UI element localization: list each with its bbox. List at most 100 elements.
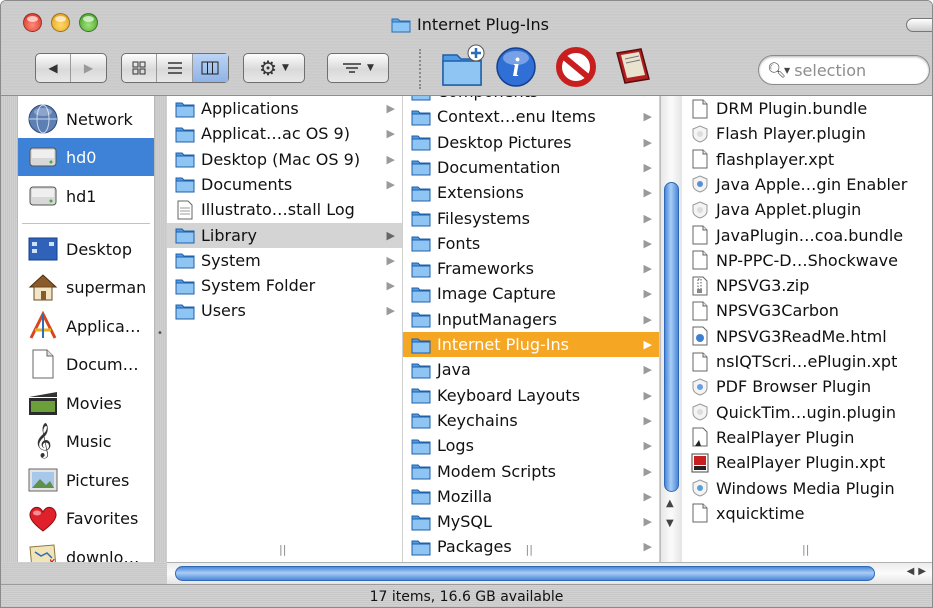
list-item[interactable]: Windows Media Plugin	[682, 476, 932, 501]
new-folder-icon[interactable]	[439, 43, 485, 89]
list-item[interactable]: DRM Plugin.bundle	[682, 96, 932, 121]
list-item[interactable]: nsIQTScri…ePlugin.xpt	[682, 349, 932, 374]
list-item[interactable]: Image Capture ▶	[403, 281, 659, 306]
column-resize-handle[interactable]: ||	[802, 543, 809, 556]
list-item[interactable]: Internet Plug-Ins ▶	[403, 332, 659, 357]
list-item-label: System	[201, 250, 261, 270]
list-item[interactable]: xquicktime	[682, 501, 932, 526]
folder-icon	[175, 124, 195, 144]
sidebar-item-movies[interactable]: Movies	[18, 384, 154, 422]
file-icon	[690, 99, 710, 119]
list-item[interactable]: Components ▶	[403, 96, 659, 104]
list-item[interactable]: System Folder ▶	[167, 273, 402, 298]
list-item[interactable]: MySQL ▶	[403, 509, 659, 534]
burn-book-icon[interactable]	[609, 43, 655, 89]
sidebar-item-pictures[interactable]: Pictures	[18, 461, 154, 499]
list-item[interactable]: Java ▶	[403, 357, 659, 382]
column-resize-handle[interactable]: ||	[526, 543, 533, 556]
sidebar-item-desktop[interactable]: Desktop	[18, 230, 154, 268]
toolbar-toggle-button[interactable]	[906, 18, 932, 32]
list-item[interactable]: Applicat…ac OS 9) ▶	[167, 121, 402, 146]
list-item[interactable]: Documentation ▶	[403, 155, 659, 180]
list-item[interactable]: Desktop (Mac OS 9) ▶	[167, 147, 402, 172]
list-item[interactable]: Keychains ▶	[403, 408, 659, 433]
sidebar-item-network[interactable]: Network	[18, 100, 154, 138]
zoom-window-button[interactable]	[79, 13, 98, 32]
list-item[interactable]: Filesystems ▶	[403, 206, 659, 231]
sidebar-item-hd1[interactable]: hd1	[18, 177, 154, 215]
list-item[interactable]: NPSVG3Carbon	[682, 298, 932, 323]
view-mode-control	[121, 53, 229, 83]
list-item[interactable]: QuickTim…ugin.plugin	[682, 400, 932, 425]
list-item-label: Java	[437, 360, 471, 380]
action-menu-button[interactable]: ⚙ ▼	[243, 53, 305, 83]
list-item[interactable]: Context…enu Items ▶	[403, 104, 659, 129]
list-item[interactable]: Desktop Pictures ▶	[403, 130, 659, 155]
list-item[interactable]: Fonts ▶	[403, 231, 659, 256]
list-item[interactable]: Keyboard Layouts ▶	[403, 383, 659, 408]
sidebar-item-home[interactable]: superman	[18, 268, 154, 306]
list-item[interactable]: System ▶	[167, 248, 402, 273]
network-globe-icon	[28, 104, 58, 134]
list-item[interactable]: Mozilla ▶	[403, 484, 659, 509]
scroll-up-arrow-icon[interactable]: ▲	[666, 498, 674, 509]
sidebar-splitter[interactable]	[155, 96, 167, 562]
column-resize-handle[interactable]: ||	[279, 543, 286, 556]
forward-arrow-icon: ▶	[83, 61, 94, 75]
close-window-button[interactable]	[23, 13, 42, 32]
list-item-label: Applicat…ac OS 9)	[201, 124, 350, 144]
column-2-scroll-thumb[interactable]	[664, 182, 679, 492]
scroll-down-arrow-icon[interactable]: ▼	[666, 518, 674, 529]
list-item[interactable]: Library ▶	[167, 222, 402, 248]
list-view-button[interactable]	[157, 54, 193, 82]
list-item[interactable]: Users ▶	[167, 298, 402, 323]
no-entry-icon[interactable]	[553, 43, 599, 89]
arrange-menu-button[interactable]: ▼	[327, 53, 389, 83]
list-item[interactable]: Logs ▶	[403, 433, 659, 458]
list-item-label: Keychains	[437, 410, 518, 430]
list-item[interactable]: Flash Player.plugin	[682, 121, 932, 146]
sidebar-item-applications[interactable]: Applica…	[18, 307, 154, 345]
minimize-window-button[interactable]	[51, 13, 70, 32]
column-view-button[interactable]	[192, 54, 229, 82]
list-item[interactable]: flashplayer.xpt	[682, 147, 932, 172]
list-item[interactable]: InputManagers ▶	[403, 307, 659, 332]
horizontal-scroll-thumb[interactable]	[175, 566, 875, 581]
list-item[interactable]: RealPlayer Plugin	[682, 425, 932, 450]
back-button[interactable]: ◀	[36, 54, 72, 82]
window-frame-left	[1, 96, 17, 562]
horizontal-scroll-arrows-icon[interactable]: ◀▶	[907, 566, 930, 577]
list-item[interactable]: Java Applet.plugin	[682, 197, 932, 222]
list-item-label: Java Applet.plugin	[716, 200, 862, 220]
list-item[interactable]: Frameworks ▶	[403, 256, 659, 281]
folder-icon	[411, 486, 431, 506]
disclosure-arrow-icon: ▶	[643, 110, 652, 124]
search-field[interactable]: 🔍︎ ▼ selection	[758, 55, 930, 85]
list-item[interactable]: Extensions ▶	[403, 180, 659, 205]
sidebar-item-downloads[interactable]: ✗ downlo…	[18, 538, 154, 562]
list-item[interactable]: Illustrato…stall Log	[167, 197, 402, 222]
sidebar-item-favorites[interactable]: Favorites	[18, 499, 154, 537]
list-item[interactable]: Java Apple…gin Enabler	[682, 172, 932, 197]
list-item[interactable]: Documents ▶	[167, 172, 402, 197]
html-file-icon	[690, 326, 710, 346]
sidebar-item-documents[interactable]: Docum…	[18, 345, 154, 383]
icon-view-button[interactable]	[122, 54, 158, 82]
list-item[interactable]: RealPlayer Plugin.xpt	[682, 450, 932, 475]
horizontal-scrollbar[interactable]: ◀▶	[167, 562, 932, 584]
list-item[interactable]: NPSVG3.zip	[682, 273, 932, 298]
folder-icon	[411, 335, 431, 355]
sidebar-item-hd0[interactable]: hd0	[18, 138, 154, 176]
forward-button[interactable]: ▶	[71, 54, 106, 82]
icon-view-icon	[132, 61, 146, 75]
list-item[interactable]: Applications ▶	[167, 96, 402, 121]
list-item[interactable]: NPSVG3ReadMe.html	[682, 324, 932, 349]
list-item[interactable]: PDF Browser Plugin	[682, 374, 932, 399]
list-item[interactable]: NP-PPC-D…Shockwave	[682, 248, 932, 273]
list-item[interactable]: JavaPlugin…coa.bundle	[682, 223, 932, 248]
list-item[interactable]: Modem Scripts ▶	[403, 459, 659, 484]
disclosure-arrow-icon: ▶	[643, 489, 652, 503]
get-info-icon[interactable]: i	[493, 43, 539, 89]
sidebar-item-music[interactable]: 𝄞 Music	[18, 422, 154, 460]
column-2-scrollbar[interactable]: ▲ ▼	[660, 96, 682, 562]
